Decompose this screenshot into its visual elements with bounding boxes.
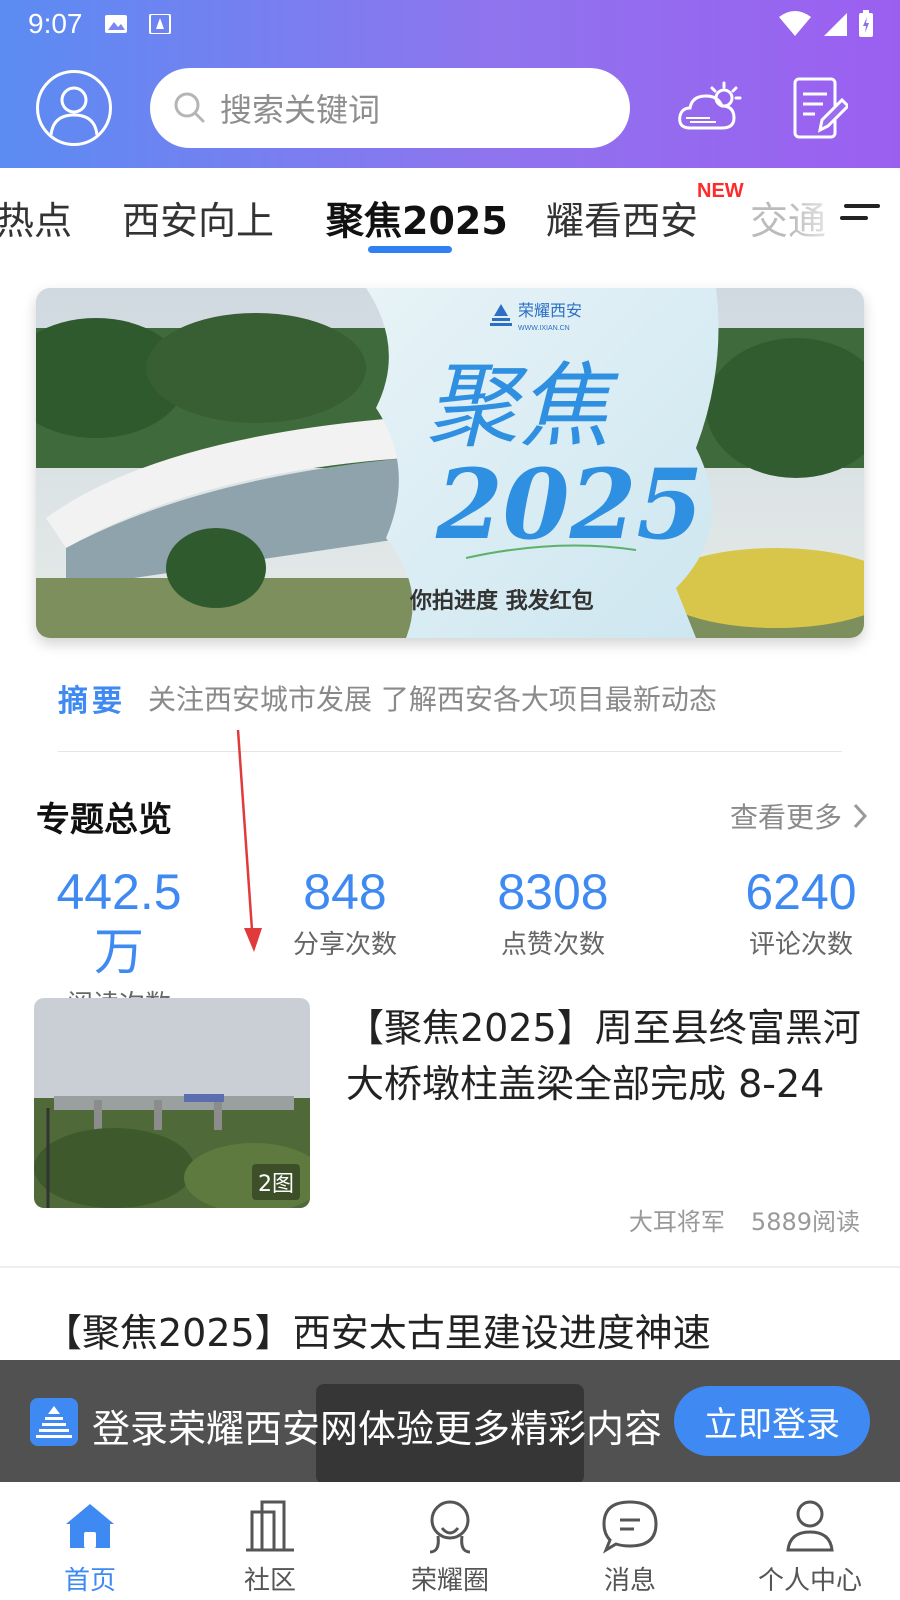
banner-brand: 荣耀西安 xyxy=(518,301,582,320)
weather-icon[interactable] xyxy=(676,80,742,136)
home-icon xyxy=(66,1504,114,1548)
stat-shares: 848 分享次数 xyxy=(270,862,420,961)
stat-likes: 8308 点赞次数 xyxy=(478,862,628,961)
topic-banner[interactable]: 荣耀西安 WWW.IXIAN.CN 聚焦 2025 你拍进度 我发红包 xyxy=(36,288,864,638)
topic-summary: 摘要 关注西安城市发展 了解西安各大项目最新动态 xyxy=(58,676,858,720)
login-prompt-bar: 登录荣耀西安网体验更多精彩内容 立即登录 xyxy=(0,1360,900,1482)
signal-icon xyxy=(824,13,847,36)
login-prompt-text: 登录荣耀西安网体验更多精彩内容 xyxy=(92,1407,663,1451)
login-button[interactable]: 立即登录 xyxy=(674,1386,870,1456)
status-bar: 9:07 xyxy=(0,0,900,48)
image-count-badge: 2图 xyxy=(252,1164,300,1200)
article-thumbnail: 2图 xyxy=(34,998,310,1208)
channel-menu-icon[interactable] xyxy=(840,202,880,224)
new-badge: NEW xyxy=(697,180,744,202)
person-icon xyxy=(786,1500,834,1552)
stat-value: 8308 xyxy=(497,864,609,920)
app-logo-icon xyxy=(30,1398,78,1446)
stat-value: 6240 xyxy=(745,864,857,920)
article-meta: 大耳将军 5889阅读 xyxy=(629,1202,860,1237)
active-tab-indicator xyxy=(368,246,452,253)
nav-home[interactable]: 首页 xyxy=(20,1496,160,1597)
status-right xyxy=(778,10,874,38)
article-reads: 5889阅读 xyxy=(750,1208,860,1236)
overview-title: 专题总览 xyxy=(36,800,172,840)
avatar-button[interactable] xyxy=(36,70,112,146)
search-icon xyxy=(174,92,205,123)
stat-label: 评论次数 xyxy=(748,930,853,960)
summary-label: 摘要 xyxy=(58,684,126,719)
stat-label: 点赞次数 xyxy=(500,930,605,960)
tab-xian-up[interactable]: 西安向上 xyxy=(122,190,274,245)
circle-people-icon xyxy=(429,1500,471,1554)
banner-caption: 你拍进度 我发红包 xyxy=(409,588,594,614)
tab-yao-kan-xian[interactable]: 耀看西安 xyxy=(546,190,698,245)
nav-label: 荣耀圈 xyxy=(410,1566,489,1596)
banner-image: 荣耀西安 WWW.IXIAN.CN 聚焦 2025 你拍进度 我发红包 xyxy=(36,288,864,638)
edit-note-icon[interactable] xyxy=(792,76,848,140)
stat-label: 分享次数 xyxy=(292,930,397,960)
nav-label: 个人中心 xyxy=(757,1566,862,1596)
banner-headline-bottom: 2025 xyxy=(435,448,703,561)
nav-rongyao-circle[interactable]: 荣耀圈 xyxy=(380,1496,520,1597)
summary-text: 关注西安城市发展 了解西安各大项目最新动态 xyxy=(148,683,717,716)
stat-value: 848 xyxy=(303,864,387,920)
nav-label: 社区 xyxy=(243,1566,296,1596)
article-title-2[interactable]: 【聚焦2025】西安太古里建设进度神速 xyxy=(44,1302,711,1357)
search-placeholder: 搜索关键词 xyxy=(220,91,381,129)
message-icon xyxy=(602,1500,658,1554)
stat-comments: 6240 评论次数 xyxy=(726,862,876,961)
image-notification-icon xyxy=(105,15,127,33)
article-title: 【聚焦2025】周至县终富黑河大桥墩柱盖梁全部完成 8-24 xyxy=(346,1006,861,1106)
app-notification-icon xyxy=(149,14,171,34)
buildings-icon xyxy=(246,1500,294,1552)
banner-brand-url: WWW.IXIAN.CN xyxy=(518,325,570,332)
divider xyxy=(0,1266,900,1268)
divider xyxy=(58,751,842,752)
status-time: 9:07 xyxy=(28,8,83,39)
article-author: 大耳将军 xyxy=(628,1208,725,1236)
search-input[interactable]: 搜索关键词 xyxy=(150,68,630,148)
banner-headline-top: 聚焦 xyxy=(426,353,619,460)
chevron-right-icon xyxy=(853,803,868,829)
app-header: 9:07 搜索关键词 xyxy=(0,0,900,168)
article-item[interactable]: 2图 【聚焦2025】周至县终富黑河大桥墩柱盖梁全部完成 8-24 大耳将军 5… xyxy=(0,992,900,1266)
stat-value: 442.5万 xyxy=(56,864,182,980)
nav-messages[interactable]: 消息 xyxy=(560,1496,700,1597)
user-avatar-icon xyxy=(49,86,99,136)
wifi-icon xyxy=(779,11,811,36)
battery-icon xyxy=(859,10,873,37)
nav-community[interactable]: 社区 xyxy=(200,1496,340,1597)
view-more-link[interactable]: 查看更多 xyxy=(730,796,868,836)
nav-label: 首页 xyxy=(63,1566,116,1596)
nav-label: 消息 xyxy=(603,1566,656,1596)
channel-tabs: 热点 西安向上 聚焦2025 耀看西安 NEW 交通 xyxy=(0,168,900,258)
nav-profile[interactable]: 个人中心 xyxy=(740,1496,880,1597)
tab-focus-2025[interactable]: 聚焦2025 xyxy=(326,190,508,245)
tab-hot[interactable]: 热点 xyxy=(0,190,72,245)
bottom-nav: 首页 社区 荣耀圈 消息 个人中心 xyxy=(0,1482,900,1600)
view-more-label: 查看更多 xyxy=(729,801,842,834)
